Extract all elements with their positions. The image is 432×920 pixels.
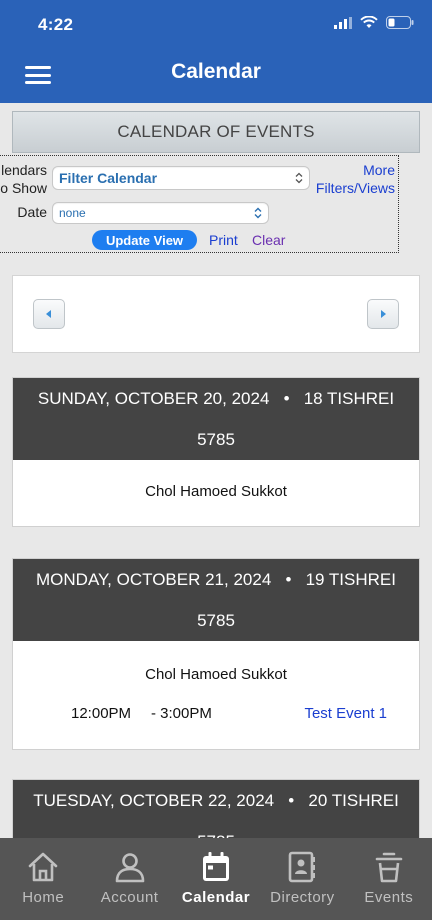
day-card-oct-20: SUNDAY, OCTOBER 20, 2024 • 18 TISHREI 57… bbox=[12, 377, 420, 527]
clear-link[interactable]: Clear bbox=[252, 232, 285, 248]
day-header: SUNDAY, OCTOBER 20, 2024 • 18 TISHREI 57… bbox=[13, 378, 419, 460]
event-link[interactable]: Test Event 1 bbox=[304, 705, 387, 722]
tab-calendar[interactable]: Calendar bbox=[173, 838, 259, 920]
date-label: Date bbox=[17, 204, 47, 220]
calendar-filter-select[interactable]: Filter Calendar bbox=[52, 166, 310, 190]
day-body: Chol Hamoed Sukkot bbox=[13, 460, 419, 526]
day-header: TUESDAY, OCTOBER 22, 2024 • 20 TISHREI 5… bbox=[13, 780, 419, 838]
status-icons bbox=[334, 16, 414, 29]
select-chevron-icon bbox=[295, 172, 303, 184]
next-button[interactable] bbox=[367, 299, 399, 329]
home-icon bbox=[28, 852, 58, 882]
tab-directory[interactable]: Directory bbox=[259, 838, 345, 920]
day-card-oct-22: TUESDAY, OCTOBER 22, 2024 • 20 TISHREI 5… bbox=[12, 779, 420, 838]
filter-panel: lendars o Show Filter Calendar More Filt… bbox=[0, 155, 399, 253]
chevron-right-icon bbox=[381, 310, 386, 318]
day-header: MONDAY, OCTOBER 21, 2024 • 19 TISHREI 57… bbox=[13, 559, 419, 641]
bottom-tab-bar: Home Account Calendar Directory Events bbox=[0, 838, 432, 920]
page-title: Calendar bbox=[171, 60, 261, 83]
date-select[interactable]: none bbox=[52, 202, 269, 224]
previous-button[interactable] bbox=[33, 299, 65, 329]
tab-events[interactable]: Events bbox=[346, 838, 432, 920]
battery-icon bbox=[386, 16, 414, 29]
app-header: 4:22 Calendar bbox=[0, 0, 432, 103]
calendars-label: lendars o Show bbox=[0, 162, 47, 196]
chevron-left-icon bbox=[46, 310, 51, 318]
main-content[interactable]: CALENDAR OF EVENTS lendars o Show Filter… bbox=[0, 103, 432, 838]
calendar-of-events-heading: CALENDAR OF EVENTS bbox=[12, 111, 420, 153]
tab-home[interactable]: Home bbox=[0, 838, 86, 920]
signal-icon bbox=[334, 16, 352, 29]
print-link[interactable]: Print bbox=[209, 232, 238, 248]
event-end-time: - 3:00PM bbox=[151, 705, 212, 722]
account-icon bbox=[115, 853, 144, 883]
event-row: 12:00PM - 3:00PM Test Event 1 bbox=[13, 695, 419, 735]
date-navigation bbox=[12, 275, 420, 353]
cup-icon bbox=[375, 852, 403, 883]
wifi-icon bbox=[360, 16, 378, 28]
all-day-event: Chol Hamoed Sukkot bbox=[145, 666, 287, 683]
update-view-button[interactable]: Update View bbox=[92, 230, 197, 250]
status-time: 4:22 bbox=[38, 15, 74, 34]
select-chevron-icon bbox=[254, 207, 262, 219]
more-filters-link[interactable]: More Filters/Views bbox=[316, 161, 395, 197]
day-card-oct-21: MONDAY, OCTOBER 21, 2024 • 19 TISHREI 57… bbox=[12, 558, 420, 750]
day-body: Chol Hamoed Sukkot 12:00PM - 3:00PM Test… bbox=[13, 641, 419, 749]
directory-icon bbox=[289, 851, 316, 883]
tab-account[interactable]: Account bbox=[86, 838, 172, 920]
event-start-time: 12:00PM bbox=[71, 705, 132, 722]
all-day-event: Chol Hamoed Sukkot bbox=[145, 483, 287, 500]
calendar-icon bbox=[203, 852, 230, 881]
